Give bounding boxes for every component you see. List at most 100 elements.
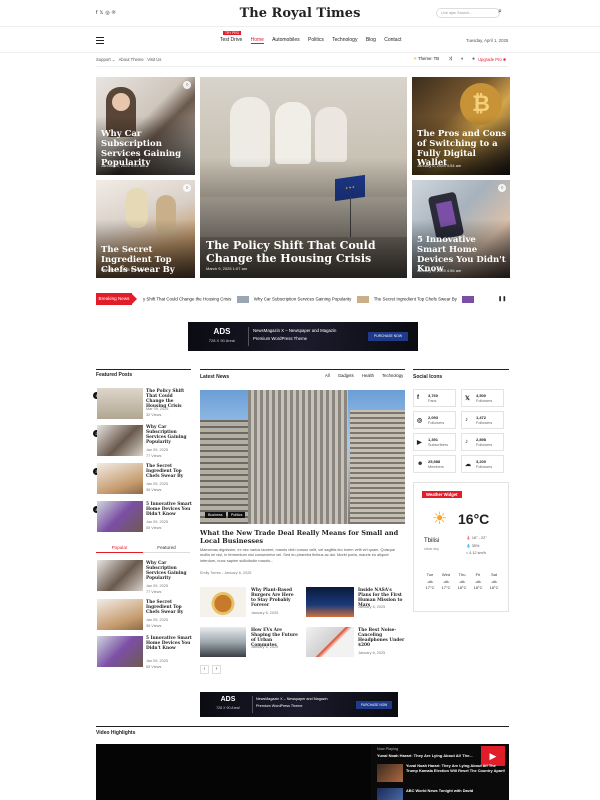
nav-automobiles[interactable]: Automobiles xyxy=(272,37,300,43)
social-x[interactable]: 𝕏 4,500 Followers xyxy=(461,389,504,407)
ad-purchase-button[interactable]: PURCHASE NOW xyxy=(356,701,392,709)
social-youtube[interactable]: ▶ 1,391 Subscribers xyxy=(413,433,456,451)
ticker-item[interactable]: y Shift That Could Change the Housing Cr… xyxy=(143,297,231,302)
nav-contact[interactable]: Contact xyxy=(384,37,401,43)
menu-icon[interactable] xyxy=(96,37,104,44)
post-thumb[interactable] xyxy=(306,587,354,617)
hero-card-1[interactable]: ○ Why Car Subscription Services Gaining … xyxy=(96,77,195,175)
latest-small-title[interactable]: The Best Noise-Canceling Headphones Unde… xyxy=(358,628,406,649)
featured-post-title[interactable]: 5 Innovative Smart Home Devices You Didn… xyxy=(146,502,192,517)
nav-test-drive[interactable]: Test Drive xyxy=(220,37,242,43)
post-thumb[interactable] xyxy=(97,425,143,456)
social-instagram[interactable]: ◎ 2,093 Followers xyxy=(413,411,456,429)
social-facebook[interactable]: f 3,760 Fans xyxy=(413,389,456,407)
hero-card-main[interactable]: ✦✦✦ The Policy Shift That Could Change t… xyxy=(200,77,407,278)
latest-small-title[interactable]: Why Plant-Based Burgers Are Here to Stay… xyxy=(251,588,299,609)
tab-health[interactable]: Health xyxy=(362,373,374,378)
cloud-icon: ☁ xyxy=(442,578,450,585)
playlist-item[interactable]: Yuval Noah Harari: They Are Lying About … xyxy=(377,753,477,758)
tab-popular[interactable]: Popular xyxy=(96,545,143,553)
tag-politics[interactable]: Politics xyxy=(228,512,246,518)
site-title[interactable]: The Royal Times xyxy=(0,6,600,21)
cloud-icon: ☁ xyxy=(426,578,434,585)
ticker-item[interactable]: The Secret Ingredient Top Chefs Swear By xyxy=(374,297,457,302)
social-count: 3,200 xyxy=(476,459,487,464)
tab-technology[interactable]: Technology xyxy=(382,373,403,378)
tab-all[interactable]: All xyxy=(325,373,330,378)
post-thumb[interactable] xyxy=(97,636,143,667)
nav-technology[interactable]: Technology xyxy=(332,37,357,43)
weather-range-value: 16° - 22° xyxy=(471,536,487,540)
post-thumb[interactable] xyxy=(200,627,246,657)
hero-title-main[interactable]: The Policy Shift That Could Change the H… xyxy=(206,239,401,265)
next-page-button[interactable]: › xyxy=(212,665,221,674)
post-views: 77 Views xyxy=(146,590,162,594)
tab-featured[interactable]: Featured xyxy=(143,545,190,553)
post-thumb[interactable] xyxy=(97,599,143,630)
ticker-thumb xyxy=(462,296,475,303)
featured-post-title[interactable]: The Secret Ingredient Top Chefs Swear By xyxy=(146,464,192,479)
social-soundcloud[interactable]: ☁ 3,200 Followers xyxy=(461,455,504,473)
facebook-icon: f xyxy=(417,395,419,401)
popular-post-title[interactable]: 5 Innovative Smart Home Devices You Didn… xyxy=(146,636,192,651)
hero-date-5: January 6, 2025 4:56 am xyxy=(417,268,462,273)
breaking-ticker: y Shift That Could Change the Housing Cr… xyxy=(143,296,505,303)
latest-main-image[interactable]: Business Politics xyxy=(200,390,405,524)
hero-card-2[interactable]: ○ The Secret Ingredient Top Chefs Swear … xyxy=(96,180,195,278)
popular-post-title[interactable]: Why Car Subscription Services Gaining Po… xyxy=(146,561,192,582)
shuffle-icon[interactable]: ⤨ xyxy=(448,56,452,62)
tab-gadgets[interactable]: Gadgets xyxy=(338,373,354,378)
cloud-icon: ☁ xyxy=(458,578,466,585)
post-thumb[interactable] xyxy=(97,501,143,532)
ad-banner-2[interactable]: ADS 728 X 90 Area! NewsMagazin X – Newsp… xyxy=(200,692,398,717)
play-icon[interactable]: ○ xyxy=(183,81,191,89)
dark-mode-icon[interactable]: ◐ xyxy=(461,56,464,62)
ticker-pause-icon[interactable]: ❚❚ xyxy=(498,296,506,302)
social-count: 4,500 xyxy=(476,393,487,398)
nav-home[interactable]: Home xyxy=(250,37,264,44)
popular-post-title[interactable]: The Secret Ingredient Top Chefs Swear By xyxy=(146,600,192,615)
post-thumb[interactable] xyxy=(97,560,143,591)
ad-banner[interactable]: ADS 728 X 90 Area! NewsMagazin X – Newsp… xyxy=(188,322,418,351)
search-icon[interactable]: ⌕ xyxy=(498,8,502,16)
tag-business[interactable]: Business xyxy=(205,512,226,518)
post-thumb[interactable] xyxy=(97,388,143,419)
ad-purchase-button[interactable]: PURCHASE NOW xyxy=(368,332,408,341)
featured-post-title[interactable]: Why Car Subscription Services Gaining Po… xyxy=(146,425,192,446)
nav-blog[interactable]: Blog xyxy=(366,37,376,43)
post-date: Jan 09, 2025 xyxy=(146,584,168,588)
weather-widget: Weather Widget ☀ 16°C Tbilisi clear sky … xyxy=(413,482,509,612)
subnav-visit[interactable]: Visit Us xyxy=(147,57,161,62)
ticker-item[interactable]: Why Car Subscription Services Gaining Po… xyxy=(254,297,352,302)
search-input[interactable]: Live ajax Search... xyxy=(436,8,500,18)
post-thumb[interactable] xyxy=(200,587,246,617)
social-discord[interactable]: ☻ 25,988 Members xyxy=(413,455,456,473)
hero-date-4: January 6, 2025 4:54 am xyxy=(417,163,462,168)
social-tiktok-2[interactable]: ♪ 2,898 Followers xyxy=(461,433,504,451)
nav-politics[interactable]: Politics xyxy=(308,37,324,43)
playlist-item[interactable]: ABC World News Tonight with David xyxy=(406,788,506,793)
social-tiktok[interactable]: ♪ 1,472 Followers xyxy=(461,411,504,429)
hero-card-4[interactable]: ₿ The Pros and Cons of Switching to a Fu… xyxy=(412,77,510,175)
play-icon[interactable]: ○ xyxy=(498,184,506,192)
video-player[interactable] xyxy=(96,744,371,800)
post-thumb[interactable] xyxy=(306,627,354,657)
main-nav: Test Drive Home Automobiles Politics Tec… xyxy=(220,37,401,44)
user-icon[interactable]: ● xyxy=(472,56,475,62)
post-date: Jan 09, 2025 xyxy=(146,520,168,524)
ad-divider xyxy=(252,696,253,713)
subnav-about[interactable]: About Theme xyxy=(119,57,144,62)
prev-page-button[interactable]: ‹ xyxy=(200,665,209,674)
post-date: January 6, 2025 xyxy=(251,611,279,615)
play-icon[interactable]: ○ xyxy=(183,184,191,192)
social-label: Followers xyxy=(476,465,493,469)
hero-card-5[interactable]: ○ 5 Innovative Smart Home Devices You Di… xyxy=(412,180,510,278)
post-views: 55 Views xyxy=(146,665,162,669)
latest-main-title[interactable]: What the New Trade Deal Really Means for… xyxy=(200,529,405,546)
post-thumb[interactable] xyxy=(97,463,143,494)
nav-divider xyxy=(0,52,600,53)
playlist-item[interactable]: Yuval Noah Harari: They Are Lying About … xyxy=(406,763,506,774)
theme-toggle[interactable]: ☀ Theme: TB xyxy=(413,56,439,62)
upgrade-link[interactable]: Upgrade Pro ✱ xyxy=(478,57,506,62)
subnav-support[interactable]: Support xyxy=(96,57,111,62)
